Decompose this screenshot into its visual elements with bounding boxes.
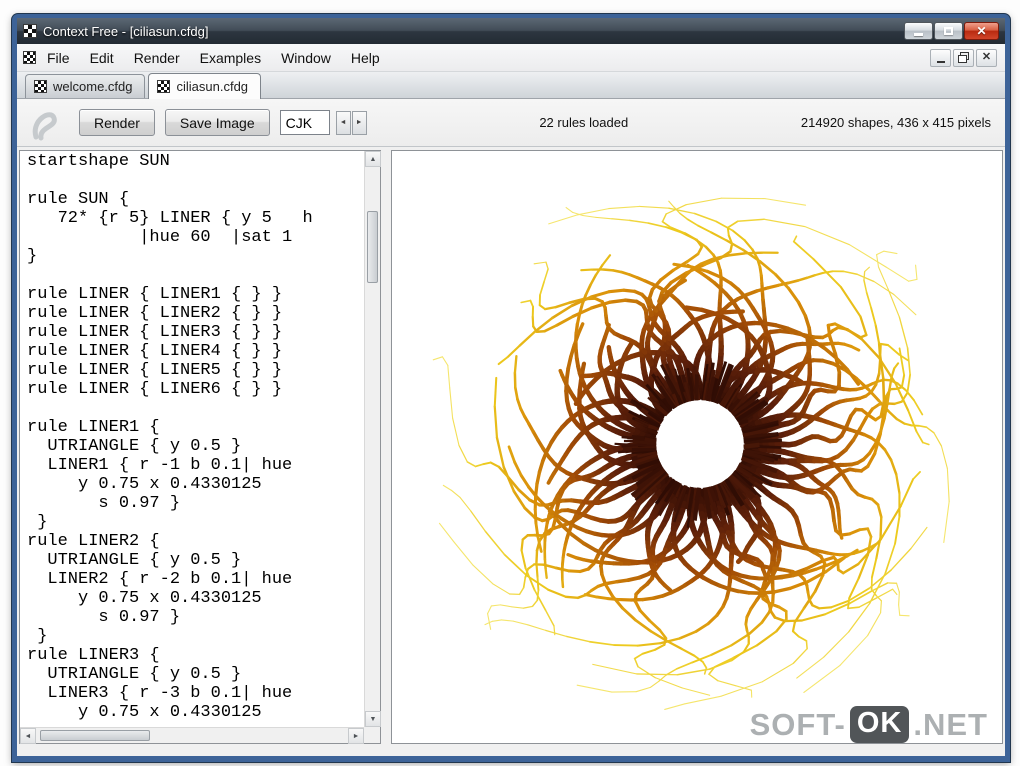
scroll-down-icon: ▼ (369, 715, 377, 723)
scrollbar-corner (364, 727, 380, 743)
minimize-button[interactable] (904, 22, 933, 40)
tab-welcome[interactable]: welcome.cfdg (25, 74, 146, 98)
main-area: startshape SUN rule SUN { 72* {r 5} LINE… (17, 147, 1005, 756)
menu-file[interactable]: File (38, 47, 79, 69)
context-free-logo-icon (32, 111, 57, 140)
tab-file-icon (34, 80, 47, 93)
watermark: SOFT- OK .NET (750, 706, 988, 743)
document-icon[interactable] (23, 51, 36, 64)
maximize-icon (944, 27, 953, 35)
variation-next-button[interactable]: ► (351, 110, 367, 135)
render-canvas-panel: SOFT- OK .NET (391, 150, 1003, 744)
maximize-button[interactable] (934, 22, 963, 40)
save-image-button[interactable]: Save Image (164, 109, 270, 136)
scroll-right-icon: ► (352, 732, 360, 740)
code-text[interactable]: startshape SUN rule SUN { 72* {r 5} LINE… (20, 151, 364, 727)
mdi-minimize-button[interactable] (930, 48, 951, 67)
scroll-up-button[interactable]: ▲ (365, 151, 381, 167)
mdi-close-icon: ✕ (981, 51, 992, 63)
minimize-icon (914, 33, 923, 36)
window-title: Context Free - [ciliasun.cfdg] (43, 23, 209, 39)
scroll-left-icon: ◄ (24, 732, 32, 740)
scroll-right-button[interactable]: ► (348, 728, 364, 744)
variation-spinner: ◄ ► (335, 110, 367, 135)
tab-file-icon (157, 80, 171, 93)
close-button[interactable]: ✕ (964, 22, 999, 40)
scroll-up-icon: ▲ (369, 155, 377, 163)
menu-bar: File Edit Render Examples Window Help ✕ (17, 44, 1005, 72)
arrow-left-icon: ◄ (339, 119, 347, 126)
variation-input[interactable] (279, 110, 330, 135)
title-bar: Context Free - [ciliasun.cfdg] ✕ (17, 18, 1005, 44)
watermark-text-left: SOFT- (749, 706, 846, 742)
menu-help[interactable]: Help (342, 47, 389, 69)
variation-prev-button[interactable]: ◄ (335, 110, 351, 135)
scroll-down-button[interactable]: ▼ (365, 711, 381, 727)
menu-edit[interactable]: Edit (81, 47, 123, 69)
render-button[interactable]: Render (79, 109, 155, 136)
close-icon: ✕ (976, 24, 987, 38)
rendered-sun-image (392, 151, 1002, 743)
mdi-restore-icon (958, 52, 969, 63)
watermark-badge: OK (849, 706, 910, 743)
horizontal-scroll-thumb[interactable] (40, 730, 150, 741)
window-controls: ✕ (904, 22, 999, 40)
watermark-text-right: .NET (913, 706, 988, 742)
vertical-scrollbar[interactable]: ▲ ▼ (364, 151, 381, 727)
menu-window[interactable]: Window (272, 47, 340, 69)
mdi-restore-button[interactable] (953, 48, 974, 67)
arrow-right-icon: ► (355, 119, 363, 126)
mdi-window-controls: ✕ (930, 48, 997, 67)
vertical-scroll-thumb[interactable] (367, 211, 378, 283)
horizontal-scrollbar[interactable]: ◄ ► (20, 727, 364, 744)
scroll-left-button[interactable]: ◄ (20, 728, 36, 744)
render-status: 214920 shapes, 436 x 415 pixels (800, 115, 991, 130)
tab-bar: welcome.cfdg ciliasun.cfdg (17, 72, 1005, 99)
menu-examples[interactable]: Examples (191, 47, 270, 69)
mdi-close-button[interactable]: ✕ (976, 48, 997, 67)
tab-label: welcome.cfdg (53, 79, 133, 94)
app-window: Context Free - [ciliasun.cfdg] ✕ File Ed… (12, 14, 1010, 762)
menu-render[interactable]: Render (125, 47, 189, 69)
rules-status: 22 rules loaded (539, 115, 629, 130)
tab-label: ciliasun.cfdg (176, 79, 249, 94)
tab-ciliasun[interactable]: ciliasun.cfdg (148, 73, 262, 99)
toolbar: Render Save Image ◄ ► 22 rules loaded 21… (17, 99, 1005, 147)
app-icon[interactable] (23, 24, 37, 38)
mdi-minimize-icon (936, 61, 945, 63)
code-editor-panel: startshape SUN rule SUN { 72* {r 5} LINE… (19, 150, 381, 744)
